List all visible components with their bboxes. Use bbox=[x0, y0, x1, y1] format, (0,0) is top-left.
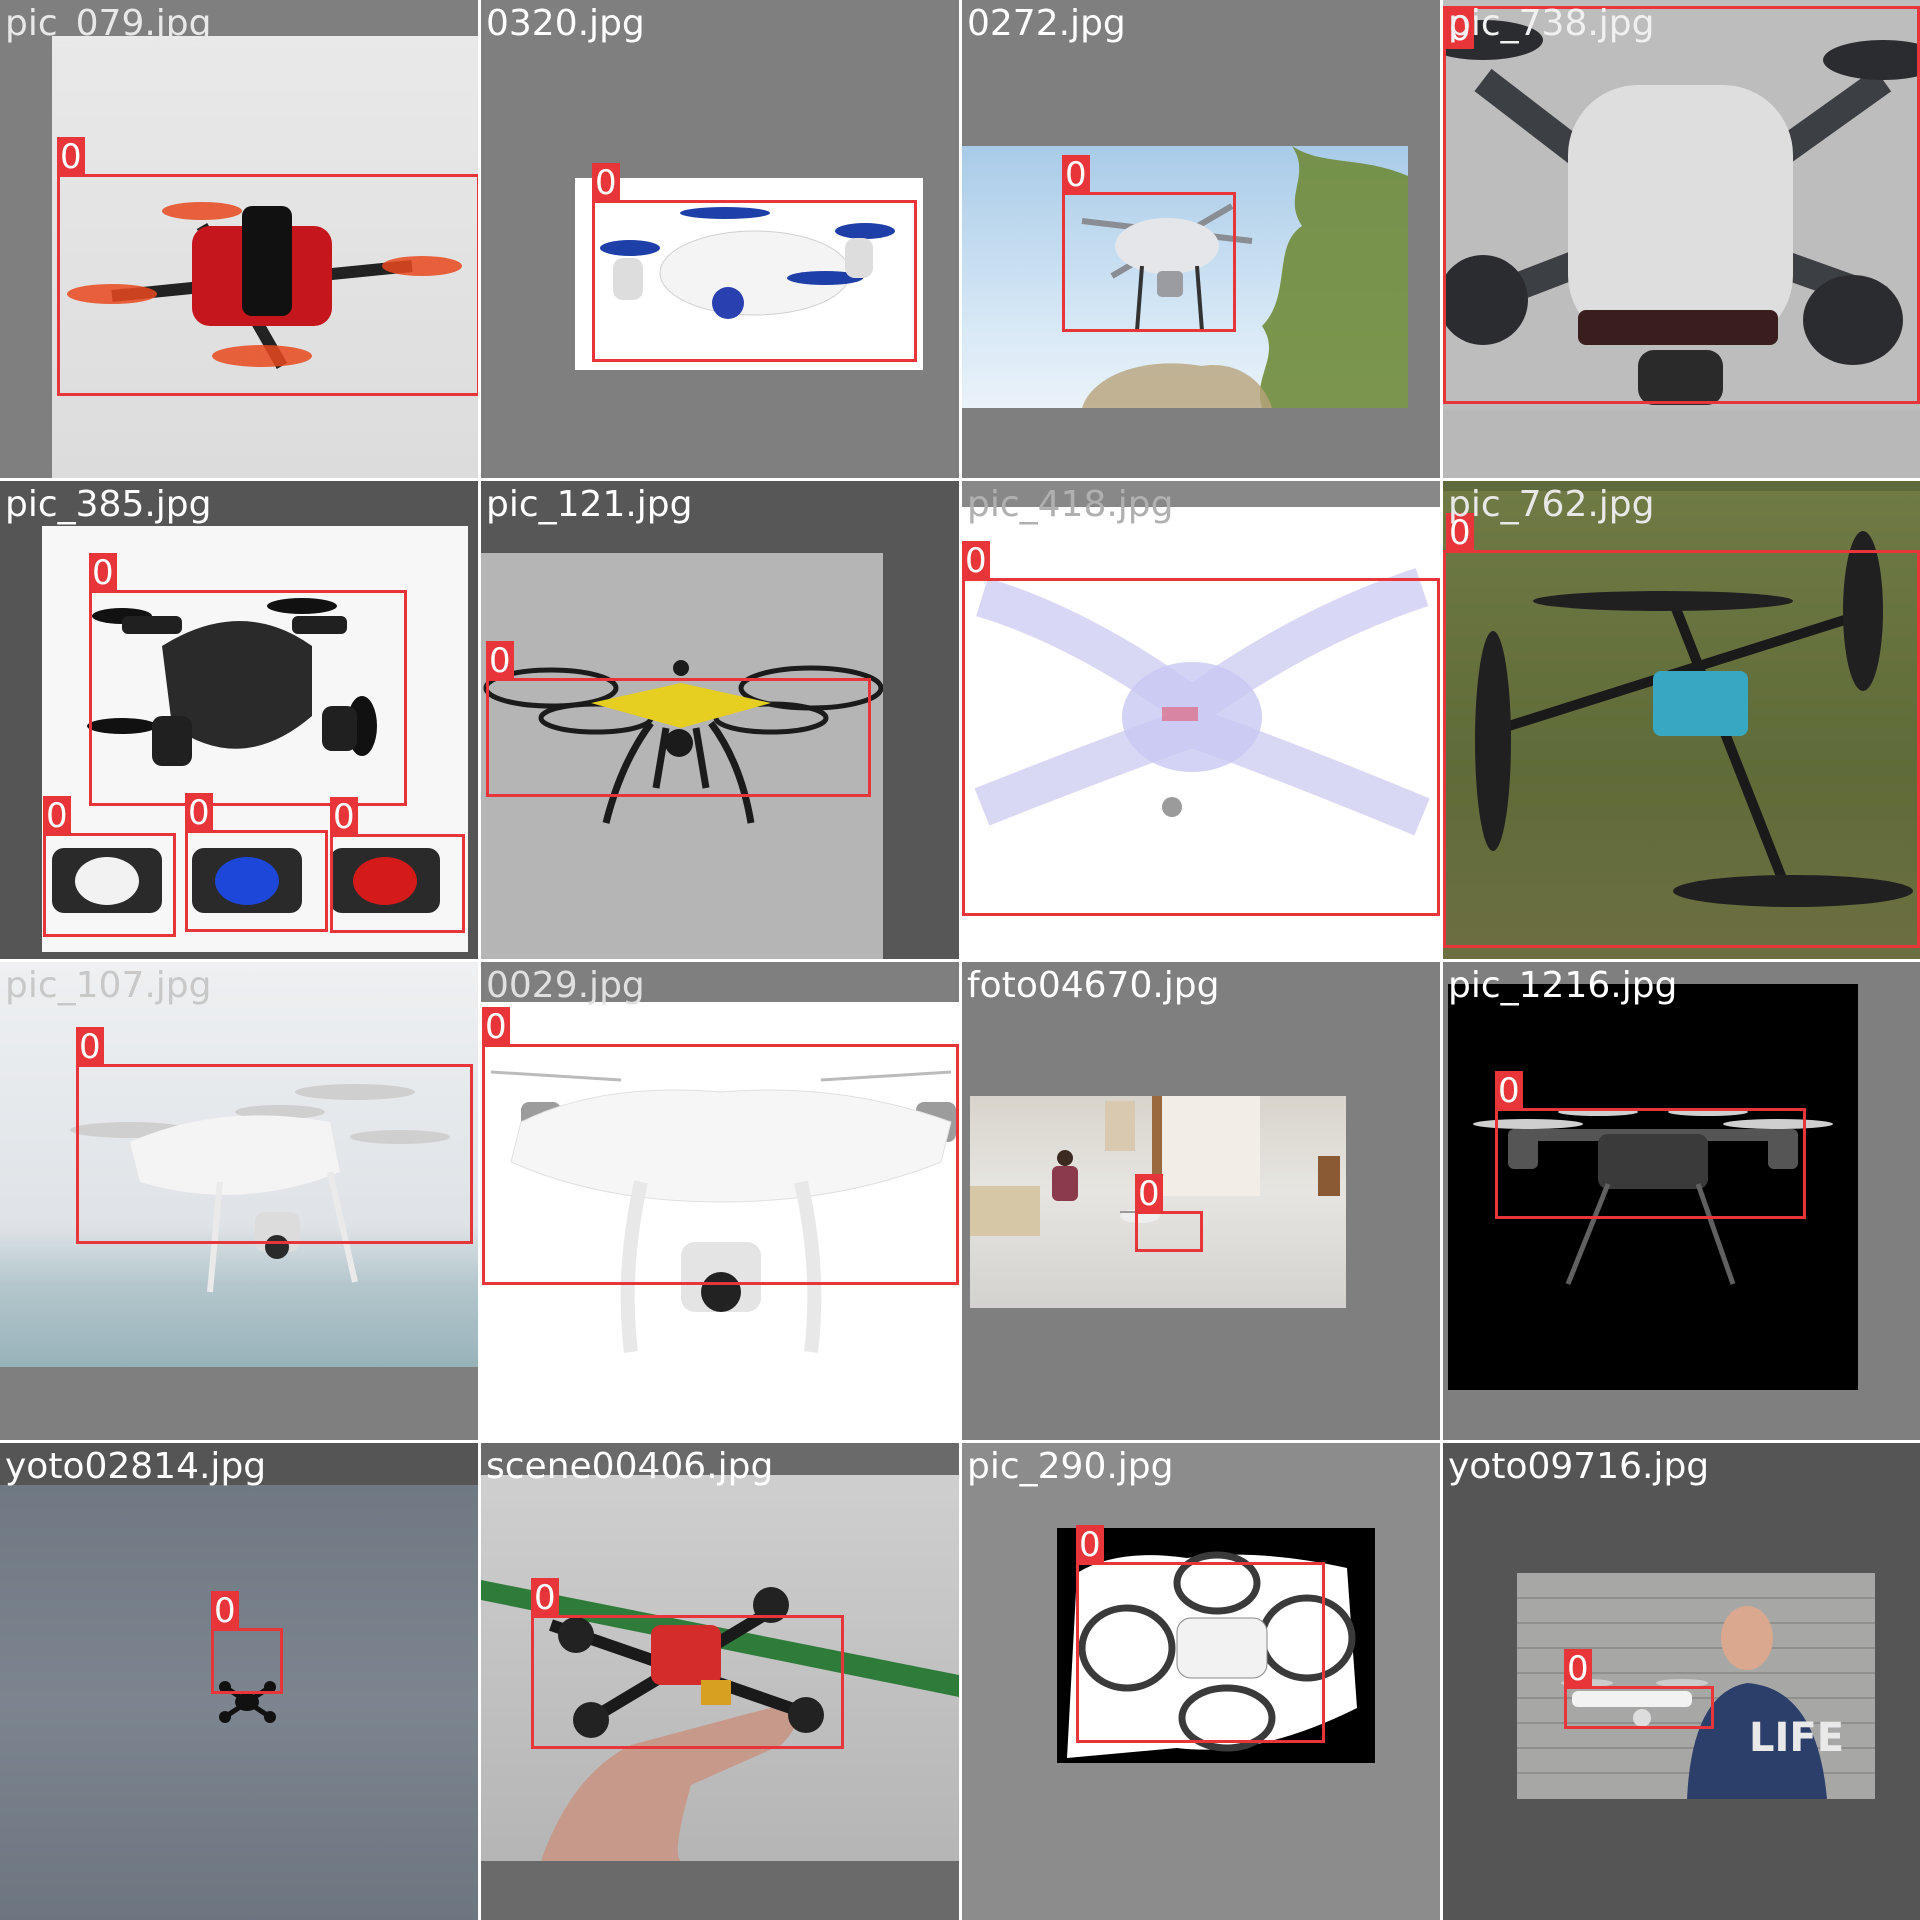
class-label: 0 bbox=[43, 796, 71, 836]
window bbox=[1105, 1101, 1135, 1151]
tile-foto04670[interactable]: 0 foto04670.jpg bbox=[962, 962, 1440, 1440]
tile-scene00406[interactable]: 0 scene00406.jpg bbox=[481, 1443, 959, 1920]
filename-label: pic_079.jpg bbox=[5, 3, 212, 44]
table bbox=[970, 1186, 1040, 1236]
filename-label: yoto09716.jpg bbox=[1448, 1446, 1710, 1487]
filename-label: 0272.jpg bbox=[967, 3, 1126, 44]
detection-box[interactable]: 0 bbox=[486, 641, 871, 797]
tree-foliage bbox=[1259, 146, 1408, 408]
chair bbox=[1318, 1156, 1340, 1196]
class-label: 0 bbox=[185, 793, 213, 833]
antenna bbox=[673, 660, 689, 676]
class-label: 0 bbox=[57, 137, 85, 177]
seated-person bbox=[1052, 1150, 1078, 1201]
filename-label: pic_738.jpg bbox=[1448, 3, 1655, 44]
tile-0320[interactable]: 0 0320.jpg bbox=[481, 0, 959, 478]
detection-box[interactable]: 0 bbox=[1564, 1649, 1714, 1729]
detection-box[interactable]: 0 bbox=[57, 137, 478, 396]
tile-yoto02814[interactable]: 0 yoto02814.jpg bbox=[0, 1443, 478, 1920]
detection-box[interactable]: 0 bbox=[592, 163, 917, 362]
filename-label: pic_385.jpg bbox=[5, 484, 212, 525]
filename-label: pic_1216.jpg bbox=[1448, 965, 1678, 1006]
tile-pic-418[interactable]: 0 pic_418.jpg bbox=[962, 481, 1440, 959]
tile-0272[interactable]: 0 0272.jpg bbox=[962, 0, 1440, 478]
detection-box[interactable]: 0 bbox=[1135, 1174, 1203, 1252]
photo bbox=[0, 1485, 478, 1920]
tile-pic-079[interactable]: 0 pic_079.jpg bbox=[0, 0, 478, 478]
detection-results-grid: 0 pic_079.jpg 0 0320.jpg 0 0272.jpg 0 pi… bbox=[0, 0, 1920, 1920]
doorway bbox=[1160, 1096, 1260, 1196]
tile-pic-121[interactable]: 0 pic_121.jpg bbox=[481, 481, 959, 959]
shirt-text: LIFE bbox=[1749, 1715, 1845, 1761]
tile-pic-738[interactable]: 0 pic_738.jpg bbox=[1443, 0, 1920, 478]
detection-box[interactable]: 0 bbox=[1495, 1071, 1806, 1219]
class-label: 0 bbox=[76, 1027, 104, 1067]
tile-yoto09716[interactable]: LIFE 0 yoto09716.jpg bbox=[1443, 1443, 1920, 1920]
detection-box[interactable]: 0 bbox=[185, 793, 328, 932]
detection-box[interactable]: 0 bbox=[43, 796, 176, 937]
filename-label: pic_418.jpg bbox=[967, 484, 1174, 525]
detection-box[interactable]: 0 bbox=[1076, 1525, 1325, 1743]
filename-label: pic_762.jpg bbox=[1448, 484, 1655, 525]
detection-box[interactable]: 0 bbox=[1062, 155, 1236, 332]
class-label: 0 bbox=[482, 1007, 510, 1047]
ground-trees bbox=[1082, 363, 1272, 408]
tile-pic-1216[interactable]: 0 pic_1216.jpg bbox=[1443, 962, 1920, 1440]
detection-box[interactable]: 0 bbox=[1443, 6, 1920, 404]
tile-pic-107[interactable]: 0 pic_107.jpg bbox=[0, 962, 478, 1440]
detection-box[interactable]: 0 bbox=[76, 1027, 473, 1244]
detection-box[interactable]: 0 bbox=[330, 797, 465, 933]
detection-box[interactable]: 0 bbox=[962, 541, 1440, 916]
tile-0029[interactable]: 0 0029.jpg bbox=[481, 962, 959, 1440]
class-label: 0 bbox=[1564, 1649, 1592, 1689]
class-label: 0 bbox=[1135, 1174, 1163, 1214]
class-label: 0 bbox=[1062, 155, 1090, 195]
tile-pic-290[interactable]: 0 pic_290.jpg bbox=[962, 1443, 1440, 1920]
tile-pic-385[interactable]: 0 0 0 0 pic_385.jpg bbox=[0, 481, 478, 959]
class-label: 0 bbox=[211, 1591, 239, 1631]
distant-drone bbox=[219, 1681, 276, 1723]
filename-label: foto04670.jpg bbox=[967, 965, 1220, 1006]
filename-label: pic_107.jpg bbox=[5, 965, 212, 1006]
filename-label: 0320.jpg bbox=[486, 3, 645, 44]
filename-label: yoto02814.jpg bbox=[5, 1446, 267, 1487]
filename-label: scene00406.jpg bbox=[486, 1446, 774, 1487]
class-label: 0 bbox=[531, 1578, 559, 1618]
class-label: 0 bbox=[89, 553, 117, 593]
detection-box[interactable]: 0 bbox=[89, 553, 407, 806]
class-label: 0 bbox=[1495, 1071, 1523, 1111]
tile-pic-762[interactable]: 0 pic_762.jpg bbox=[1443, 481, 1920, 959]
class-label: 0 bbox=[1076, 1525, 1104, 1565]
detection-box[interactable]: 0 bbox=[531, 1578, 844, 1749]
class-label: 0 bbox=[962, 541, 990, 581]
class-label: 0 bbox=[486, 641, 514, 681]
filename-label: pic_121.jpg bbox=[486, 484, 693, 525]
filename-label: pic_290.jpg bbox=[967, 1446, 1174, 1487]
class-label: 0 bbox=[592, 163, 620, 203]
detection-box[interactable]: 0 bbox=[482, 1007, 959, 1285]
detection-box[interactable]: 0 bbox=[1443, 513, 1920, 948]
detection-box[interactable]: 0 bbox=[211, 1591, 283, 1694]
filename-label: 0029.jpg bbox=[486, 965, 645, 1006]
class-label: 0 bbox=[330, 797, 358, 837]
